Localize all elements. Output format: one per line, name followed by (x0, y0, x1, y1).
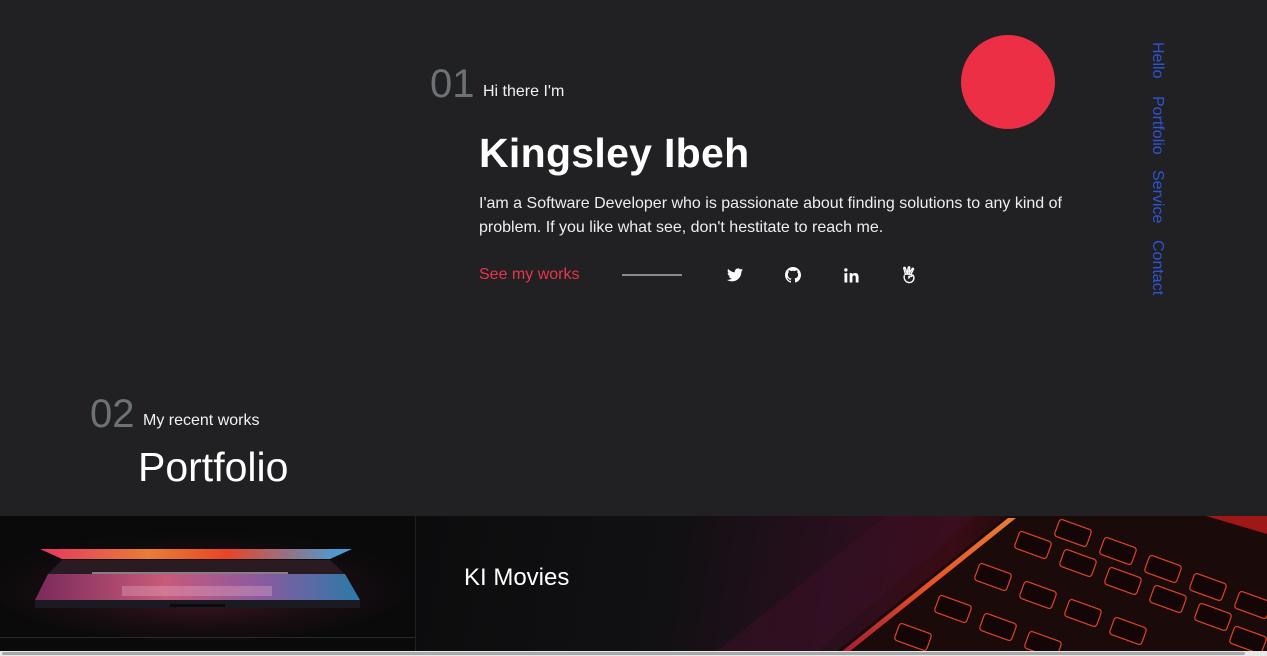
angellist-link[interactable] (899, 265, 919, 285)
twitter-icon (727, 268, 744, 282)
decorative-red-circle (961, 35, 1055, 129)
project-title: KI Movies (464, 564, 570, 591)
github-icon (785, 267, 802, 283)
linkedin-link[interactable] (841, 265, 861, 285)
project-thumbnail[interactable] (0, 516, 415, 652)
linkedin-icon (844, 267, 859, 283)
hero-actions: See my works (479, 262, 957, 288)
scrollbar-thumb[interactable] (2, 652, 1245, 655)
nav-item-contact[interactable]: Contact (1148, 240, 1166, 295)
project-panel[interactable]: KI Movies (416, 516, 1267, 652)
horizontal-scrollbar[interactable] (0, 651, 1267, 656)
nav-item-portfolio[interactable]: Portfolio (1148, 96, 1166, 155)
portfolio-subtitle: My recent works (143, 412, 260, 429)
section-number: 02 (90, 392, 135, 436)
nav-item-service[interactable]: Service (1148, 170, 1166, 223)
github-link[interactable] (783, 265, 803, 285)
angellist-icon (903, 266, 916, 284)
project-card: KI Movies (0, 516, 1267, 652)
nav-item-hello[interactable]: Hello (1148, 42, 1166, 78)
hero-name: Kingsley Ibeh (479, 130, 750, 176)
social-links (725, 265, 957, 285)
section-number: 01 (430, 62, 475, 106)
page: 01 Hi there I'm Kingsley Ibeh I'am a Sof… (0, 0, 1267, 656)
hero-bio: I'am a Software Developer who is passion… (479, 195, 1062, 236)
divider-line (622, 274, 683, 276)
portfolio-title: Portfolio (138, 444, 289, 490)
hero-greeting: Hi there I'm (483, 83, 565, 100)
see-my-works-link[interactable]: See my works (479, 266, 579, 284)
laptop-image (0, 516, 415, 652)
twitter-link[interactable] (725, 265, 745, 285)
